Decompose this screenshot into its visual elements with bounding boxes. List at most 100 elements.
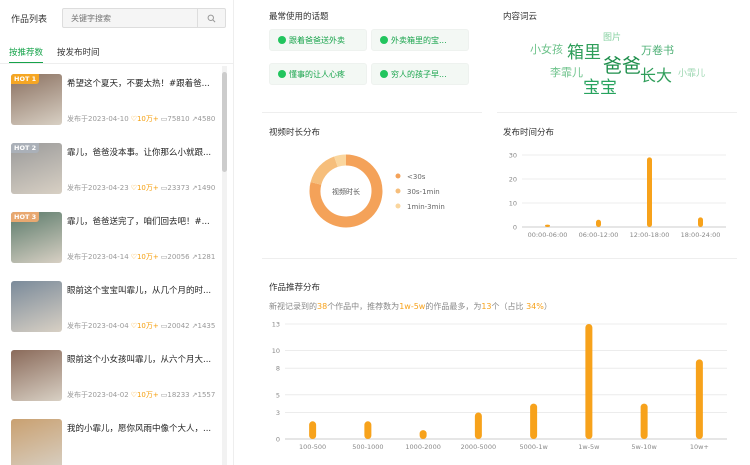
bar[interactable]: [530, 403, 538, 439]
y-tick-label: 13: [272, 321, 280, 329]
pie-slice[interactable]: [334, 154, 347, 167]
search-box: [62, 8, 226, 28]
likes-count: ♡10万+: [130, 322, 159, 330]
y-tick-label: 5: [276, 391, 280, 399]
search-input[interactable]: [63, 9, 197, 27]
cloud-word: 图片: [603, 33, 622, 43]
video-title: 眼前这个宝宝叫霏儿，从几个月的时...: [67, 286, 212, 296]
video-thumbnail[interactable]: [11, 419, 62, 465]
topics-title: 最常使用的话题: [269, 12, 329, 22]
likes-count: ♡10万+: [130, 253, 159, 261]
y-tick-label: 3: [276, 409, 280, 417]
works-list-panel: 作品列表 按推荐数 按发布时间 HOT 1 希望这个夏天，不要太热！#跟着爸...…: [0, 0, 234, 465]
comments-count: ▭75810: [160, 115, 190, 123]
recommend-bar-chart: 0 3 5 8 10 13 100-500 500-1000 1000-2000 2000-500…: [272, 321, 727, 451]
cloud-word: 宝宝: [583, 78, 617, 98]
bar[interactable]: [474, 412, 482, 439]
y-tick-label: 8: [276, 365, 280, 373]
video-thumbnail[interactable]: HOT 2: [11, 143, 62, 194]
cloud-word: 小女孩: [530, 43, 563, 56]
bar[interactable]: [545, 224, 550, 227]
works-list: HOT 1 希望这个夏天，不要太热！#跟着爸... 发布于2023-04-10 ♡10…: [0, 66, 222, 465]
cloud-word: 长大: [640, 66, 673, 85]
list-item[interactable]: HOT 3 霏儿，爸爸送完了，咱们回去吧！#... 发布于2023-04-14 ♡10…: [11, 212, 221, 266]
video-thumbnail[interactable]: [11, 281, 62, 332]
recommend-summary: 新视记录到的38个作品中，推荐数为1w-5w的作品最多，为13个（占比 34%）: [269, 301, 552, 312]
cloud-word: 李霏儿: [550, 66, 583, 79]
video-meta: 发布于2023-04-02 ♡10万+ ▭18233 ↗1557: [67, 390, 222, 400]
legend-marker: [395, 188, 401, 194]
x-tick-label: 5w-10w: [631, 443, 657, 451]
hot-badge: HOT 3: [11, 212, 40, 222]
cloud-word: 万卷书: [641, 44, 674, 57]
topic-icon: [278, 70, 286, 78]
hot-badge: HOT 2: [11, 143, 40, 153]
video-thumbnail[interactable]: HOT 1: [11, 74, 62, 125]
summary-highlight: 38: [317, 302, 328, 311]
bar[interactable]: [309, 421, 317, 439]
x-tick-label: 100-500: [299, 443, 326, 451]
shares-count: ↗1281: [191, 253, 216, 261]
panel-title: 作品列表: [11, 15, 48, 25]
topic-icon: [380, 70, 388, 78]
bar[interactable]: [585, 324, 593, 439]
list-item[interactable]: 我的小霏儿，愿你风雨中像个大人，...: [11, 419, 221, 465]
summary-highlight: 13: [481, 302, 492, 311]
topic-label: 懂事的让人心疼: [289, 69, 345, 79]
video-meta: 发布于2023-04-10 ♡10万+ ▭75810 ↗4580: [67, 114, 222, 124]
shares-count: ↗1490: [191, 184, 216, 192]
comments-count: ▭18233: [160, 391, 190, 399]
bar[interactable]: [640, 403, 648, 439]
tab-by-recommend[interactable]: 按推荐数: [9, 46, 44, 64]
x-tick-label: 500-1000: [352, 443, 383, 451]
tab-by-publish-time[interactable]: 按发布时间: [57, 46, 100, 64]
legend-label: 30s-1min: [407, 188, 440, 196]
list-item[interactable]: HOT 1 希望这个夏天，不要太热！#跟着爸... 发布于2023-04-10 ♡10…: [11, 74, 221, 128]
video-meta: 发布于2023-04-04 ♡10万+ ▭20042 ↗1435: [67, 321, 222, 331]
summary-text: 个（占比: [491, 302, 527, 311]
summary-highlight: 1w-5w: [399, 302, 426, 311]
topic-button[interactable]: 跟着爸爸送外卖: [269, 29, 367, 51]
bar[interactable]: [647, 157, 652, 227]
x-tick-label: 00:00-06:00: [528, 231, 568, 239]
summary-text: 的作品最多，为: [425, 302, 482, 311]
cloud-word: 箱里: [567, 43, 601, 63]
likes-count: ♡10万+: [130, 115, 159, 123]
list-item[interactable]: HOT 2 霏儿，爸爸没本事。让你那么小就跟... 发布于2023-04-23 ♡10…: [11, 143, 221, 197]
wordcloud-title: 内容词云: [503, 12, 538, 22]
search-button[interactable]: [197, 9, 225, 27]
video-thumbnail[interactable]: [11, 350, 62, 401]
bar[interactable]: [364, 421, 372, 439]
search-icon: [207, 14, 216, 22]
video-meta: 发布于2023-04-14 ♡10万+ ▭20056 ↗1281: [67, 252, 222, 262]
bar[interactable]: [596, 219, 601, 227]
publish-date: 发布于2023-04-10: [67, 115, 129, 123]
bar[interactable]: [698, 217, 703, 227]
topic-label: 跟着爸爸送外卖: [289, 35, 345, 45]
x-tick-label: 18:00-24:00: [681, 231, 721, 239]
legend-label: 1min-3min: [407, 203, 445, 211]
shares-count: ↗4580: [191, 115, 216, 123]
y-tick-label: 30: [509, 152, 517, 160]
cloud-word: 小霏儿: [678, 69, 706, 79]
duration-title: 视频时长分布: [269, 128, 321, 138]
topic-button[interactable]: 外卖箱里的宝...: [371, 29, 469, 51]
duration-donut-chart: 视频时长 <30s 30s-1min 1min-3min: [309, 154, 445, 228]
list-item[interactable]: 眼前这个宝宝叫霏儿，从几个月的时... 发布于2023-04-04 ♡10万+ ▭20…: [11, 281, 221, 335]
scrollbar[interactable]: [222, 66, 227, 465]
topic-button[interactable]: 懂事的让人心疼: [269, 63, 367, 85]
topic-button[interactable]: 穷人的孩子早...: [371, 63, 469, 85]
legend-marker: [395, 173, 401, 179]
bar[interactable]: [419, 430, 427, 439]
topic-icon: [380, 36, 388, 44]
bar[interactable]: [695, 359, 703, 439]
video-thumbnail[interactable]: HOT 3: [11, 212, 62, 263]
video-meta: 发布于2023-04-23 ♡10万+ ▭23373 ↗1490: [67, 183, 222, 193]
donut-center-label: 视频时长: [332, 187, 360, 196]
pie-slice[interactable]: [310, 156, 339, 186]
topic-label: 穷人的孩子早...: [391, 69, 447, 79]
y-tick-label: 10: [272, 347, 280, 355]
list-item[interactable]: 眼前这个小女孩叫霏儿，从六个月大... 发布于2023-04-02 ♡10万+ ▭18…: [11, 350, 221, 404]
scroll-thumb[interactable]: [222, 72, 227, 172]
x-tick-label: 1w-5w: [578, 443, 600, 451]
